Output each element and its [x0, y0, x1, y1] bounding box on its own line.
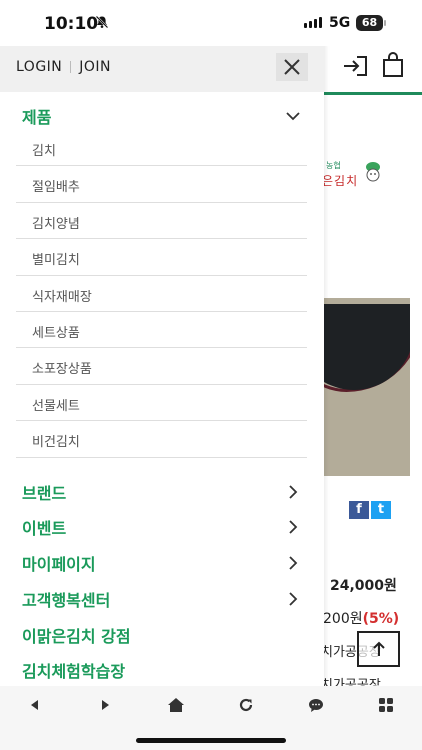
- home-icon[interactable]: [166, 695, 186, 715]
- logo-mascot-icon: [363, 160, 383, 182]
- bell-off-icon: [95, 15, 109, 33]
- submenu-item[interactable]: 절임배추: [16, 166, 307, 203]
- category-brand[interactable]: 브랜드: [0, 476, 324, 506]
- login-link[interactable]: LOGIN: [16, 59, 62, 75]
- chevron-down-icon: [286, 108, 300, 122]
- submenu-item[interactable]: 세트상품: [16, 312, 307, 349]
- close-icon: [284, 59, 300, 75]
- submenu-item[interactable]: 김치양념: [16, 203, 307, 240]
- discount-price: 200원: [323, 611, 363, 627]
- chat-icon[interactable]: [306, 695, 326, 715]
- submenu-item[interactable]: 김치: [16, 130, 307, 167]
- chevron-right-icon: [286, 555, 300, 570]
- product-image[interactable]: [324, 298, 410, 476]
- join-link[interactable]: JOIN: [79, 59, 111, 75]
- drawer-header: LOGIN JOIN: [0, 42, 324, 92]
- status-time: 10:10: [44, 14, 99, 34]
- category-strengths[interactable]: 이맑은김치 강점: [0, 619, 324, 649]
- twitter-icon[interactable]: t: [371, 501, 391, 519]
- auth-separator: [70, 61, 72, 73]
- social-share: f t: [349, 501, 391, 519]
- side-drawer: LOGIN JOIN 제품 김치 절임배추 김치양념 별미김치 식자재매장 세트…: [0, 42, 324, 690]
- scroll-top-button[interactable]: [357, 631, 400, 667]
- category-experience[interactable]: 김치체험학습장: [0, 654, 324, 684]
- home-indicator[interactable]: [136, 738, 286, 743]
- chevron-right-icon: [286, 519, 300, 534]
- forward-icon[interactable]: [95, 695, 115, 715]
- refresh-icon[interactable]: [236, 695, 256, 715]
- category-customer-center[interactable]: 고객행복센터: [0, 583, 324, 613]
- category-products[interactable]: 제품: [0, 100, 324, 130]
- submenu-item[interactable]: 비건김치: [16, 421, 307, 458]
- shopping-bag-icon[interactable]: [382, 52, 404, 78]
- login-icon[interactable]: [342, 54, 370, 78]
- logo-text: 은김치: [322, 174, 359, 188]
- category-label: 제품: [22, 108, 52, 127]
- arrow-up-icon: [372, 641, 385, 656]
- category-event[interactable]: 이벤트: [0, 511, 324, 541]
- discount-line: 200원(5%): [323, 608, 399, 628]
- battery-indicator: 68: [356, 15, 383, 31]
- auth-links: LOGIN JOIN: [16, 59, 111, 75]
- product-submenu: 김치 절임배추 김치양념 별미김치 식자재매장 세트상품 소포장상품 선물세트 …: [16, 130, 307, 458]
- submenu-item[interactable]: 식자재매장: [16, 276, 307, 312]
- browser-toolbar: [0, 686, 422, 750]
- battery-tip: [384, 20, 386, 26]
- category-mypage[interactable]: 마이페이지: [0, 547, 324, 577]
- network-type: 5G: [329, 15, 351, 31]
- submenu-item[interactable]: 소포장상품: [16, 348, 307, 385]
- close-drawer-button[interactable]: [276, 53, 308, 81]
- status-bar: 10:10 5G 68: [0, 0, 422, 46]
- grid-menu-icon[interactable]: [376, 695, 396, 715]
- submenu-item[interactable]: 별미김치: [16, 239, 307, 276]
- back-icon[interactable]: [25, 695, 45, 715]
- facebook-icon[interactable]: f: [349, 501, 369, 519]
- chevron-right-icon: [286, 591, 300, 606]
- product-price: 24,000원: [330, 578, 397, 594]
- header-accent-line: [324, 92, 422, 95]
- logo-subtext: 농협: [326, 161, 341, 170]
- signal-icon: [304, 17, 322, 28]
- submenu-item[interactable]: 선물세트: [16, 385, 307, 422]
- discount-rate: (5%): [362, 611, 400, 627]
- chevron-right-icon: [286, 484, 300, 499]
